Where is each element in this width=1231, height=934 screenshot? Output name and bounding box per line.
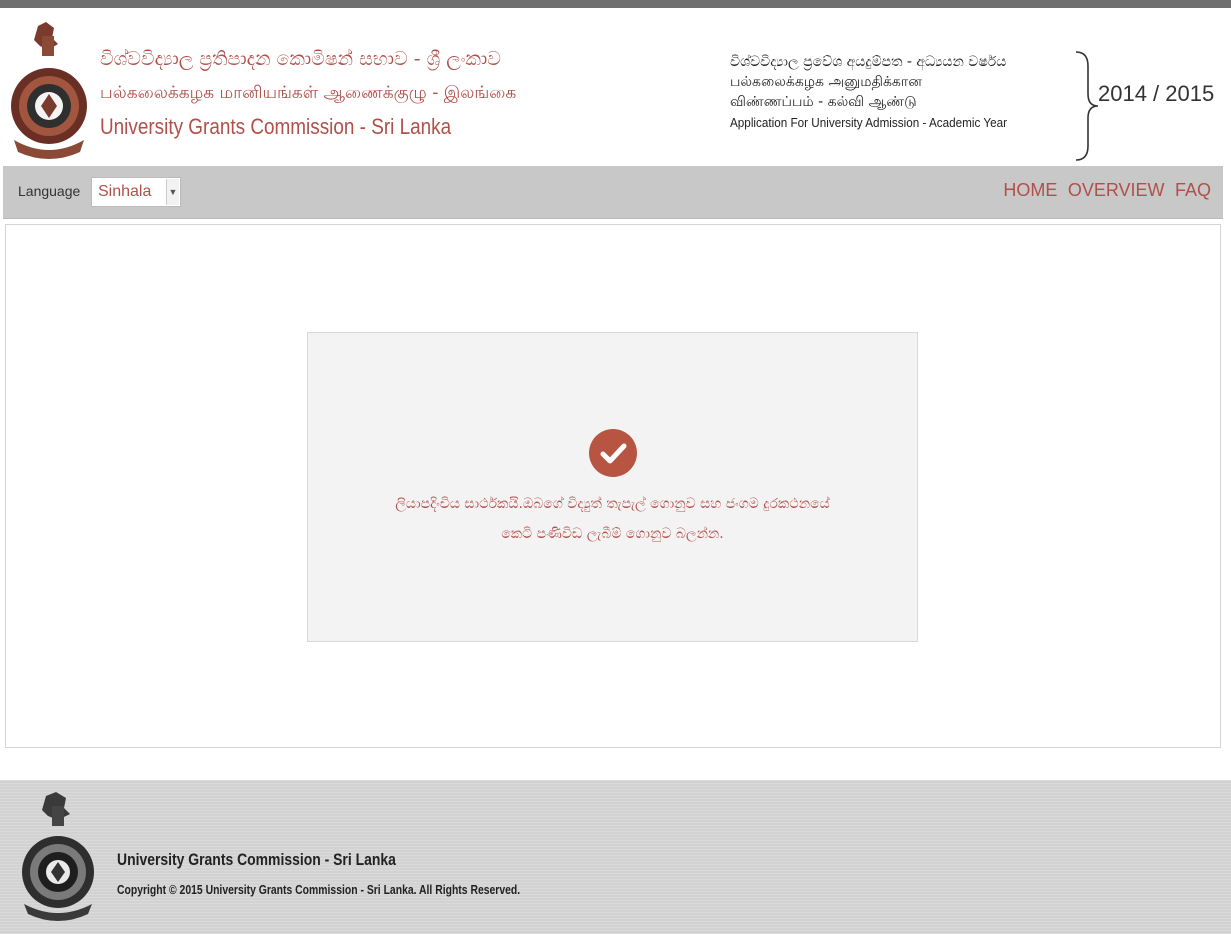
ugc-logo-icon[interactable]: [8, 20, 90, 160]
language-select[interactable]: Sinhala ▼: [91, 177, 181, 207]
footer-copyright: Copyright © 2015 University Grants Commi…: [117, 882, 521, 897]
org-name-english: University Grants Commission - Sri Lanka: [100, 114, 452, 139]
success-message-line1: ලියාපදිංචිය සාර්ථකයි.ඔබගේ විද්‍යුත් තැපැ…: [395, 496, 830, 512]
org-name-sinhala: විශ්වවිද්‍යාල ප්‍රතිපාදන කොමිෂන් සභාව - …: [100, 48, 501, 70]
app-title-sinhala: විශ්වවිද්‍යාල ප්‍රවේශ අයදුම්පත - අධ්‍යයන…: [730, 54, 1007, 70]
check-circle-icon: [589, 429, 637, 477]
nav-links: HOME OVERVIEW FAQ: [997, 180, 1211, 201]
footer-logo-icon: [16, 792, 100, 922]
right-brace-icon: [1075, 51, 1099, 161]
page-header: විශ්වවිද්‍යාල ප්‍රතිපාදන කොමිෂන් සභාව - …: [0, 8, 1231, 166]
nav-overview-link[interactable]: OVERVIEW: [1068, 180, 1165, 200]
top-strip: [0, 0, 1231, 8]
nav-home-link[interactable]: HOME: [1003, 180, 1057, 200]
nav-faq-link[interactable]: FAQ: [1175, 180, 1211, 200]
success-message-line2: කෙටි පණිවිඩ ලැබීම් ගොනුව බලන්න.: [501, 526, 724, 542]
page-footer: University Grants Commission - Sri Lanka…: [0, 780, 1231, 934]
main-content: ලියාපදිංචිය සාර්ථකයි.ඔබගේ විද්‍යුත් තැපැ…: [5, 224, 1221, 748]
app-title-english: Application For University Admission - A…: [730, 115, 1008, 130]
academic-year: 2014 / 2015: [1098, 81, 1215, 106]
language-label: Language: [18, 183, 81, 199]
org-name-tamil: பல்கலைக்கழக மானியங்கள் ஆணைக்குழு - இலங்க…: [100, 83, 517, 103]
footer-title: University Grants Commission - Sri Lanka: [117, 850, 396, 869]
success-message: ලියාපදිංචිය සාර්ථකයි.ඔබගේ විද්‍යුත් තැපැ…: [308, 489, 917, 549]
app-title-tamil-line2: விண்ணப்பம் - கல்வி ஆண்டு: [730, 94, 917, 110]
navbar: Language Sinhala ▼ HOME OVERVIEW FAQ: [3, 166, 1223, 219]
organization-names: විශ්වවිද්‍යාල ප්‍රතිපාදන කොමිෂන් සභාව - …: [100, 42, 516, 144]
chevron-down-icon[interactable]: ▼: [166, 179, 179, 205]
application-title: විශ්වවිද්‍යාල ප්‍රවේශ අයදුම්පත - අධ්‍යයන…: [730, 52, 1038, 134]
language-selected-value: Sinhala: [98, 183, 152, 200]
success-message-box: ලියාපදිංචිය සාර්ථකයි.ඔබගේ විද්‍යුත් තැපැ…: [307, 332, 918, 642]
app-title-tamil-line1: பல்கலைக்கழக அனுமதிக்கான: [730, 74, 922, 90]
